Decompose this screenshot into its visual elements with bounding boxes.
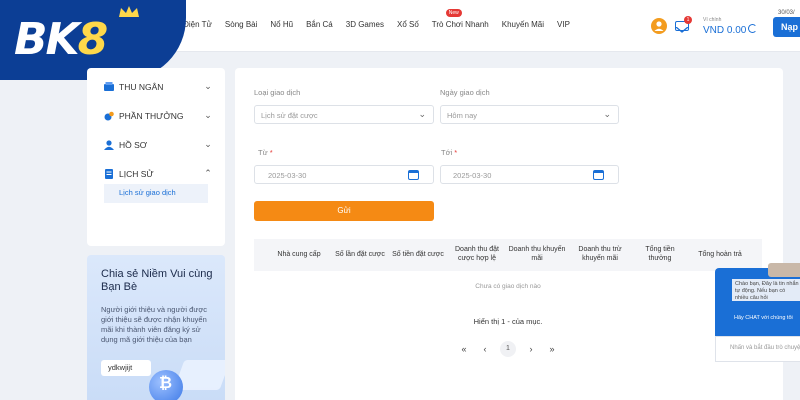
bitcoin-icon: ₿ bbox=[159, 375, 173, 392]
profile-icon bbox=[104, 139, 114, 150]
new-badge: New bbox=[445, 9, 462, 17]
sidebar-item-cashier[interactable]: THU NGÂN ⌄ bbox=[104, 81, 212, 92]
transaction-type-select[interactable]: Lịch sử đặt cược ⌄ bbox=[254, 105, 434, 124]
column-header: Doanh thu đặt cược hợp lệ bbox=[455, 246, 499, 262]
nav-item-vip[interactable]: VIP bbox=[557, 20, 570, 29]
to-date-value: 2025-03-30 bbox=[453, 171, 492, 180]
chevron-down-icon: ⌄ bbox=[204, 110, 212, 120]
sidebar-item-label: PHẦN THƯỞNG bbox=[119, 110, 184, 121]
gift-icon bbox=[104, 111, 114, 120]
from-date-value: 2025-03-30 bbox=[268, 171, 307, 180]
cashier-icon bbox=[104, 81, 114, 91]
chevron-down-icon: ⌄ bbox=[603, 109, 611, 119]
column-header: Nhà cung cấp bbox=[277, 251, 321, 258]
nav-item-quick-games-label: Trò Chơi Nhanh bbox=[431, 20, 489, 29]
nav-item-fishing[interactable]: Bắn Cá bbox=[306, 20, 333, 29]
table-header: Nhà cung cấp Số lần đặt cược Số tiền đặt… bbox=[254, 239, 762, 271]
nav-item-3d-games[interactable]: 3D Games bbox=[346, 20, 384, 29]
chevron-down-icon: ⌄ bbox=[418, 109, 426, 119]
column-header: Số lần đặt cược bbox=[335, 251, 385, 258]
column-header: Tổng tiền thưởng bbox=[645, 246, 675, 262]
chevron-down-icon: ⌄ bbox=[204, 81, 212, 91]
transaction-type-value: Lịch sử đặt cược bbox=[261, 111, 318, 120]
main-nav: ao Điện Tử Sòng Bài Nổ Hũ Bắn Cá 3D Game… bbox=[172, 9, 583, 29]
sidebar-item-label: HỒ SƠ bbox=[119, 139, 148, 150]
from-date-label: Từ * bbox=[258, 148, 273, 157]
next-page-icon[interactable]: › bbox=[525, 344, 537, 354]
first-page-icon[interactable]: « bbox=[458, 344, 470, 354]
wallet-label: Ví chính bbox=[703, 17, 722, 23]
column-header: Số tiền đặt cược bbox=[392, 251, 444, 258]
nav-item-promotions[interactable]: Khuyến Mãi bbox=[502, 20, 544, 29]
nav-item-casino[interactable]: Sòng Bài bbox=[225, 20, 257, 29]
user-avatar-icon[interactable] bbox=[651, 18, 667, 34]
submit-button[interactable]: Gửi bbox=[254, 201, 434, 221]
chat-message: Chào bạn, Đây là tin nhắn tự động. Nếu b… bbox=[732, 279, 800, 301]
from-date-input[interactable]: 2025-03-30 bbox=[254, 165, 434, 184]
transaction-date-label: Ngày giao dịch bbox=[440, 88, 490, 97]
mail-count-badge: 1 bbox=[684, 16, 692, 24]
account-sidebar bbox=[87, 68, 225, 246]
empty-table-message: Chưa có giao dịch nào bbox=[475, 283, 541, 290]
pagination-summary: Hiển thị 1 - của mục. bbox=[473, 317, 543, 326]
header-date: 30/03/ bbox=[778, 10, 795, 16]
nav-item-slots[interactable]: Nổ Hũ bbox=[270, 20, 293, 29]
column-header: Doanh thu khuyến mãi bbox=[508, 246, 566, 262]
column-header: Doanh thu trừ khuyến mãi bbox=[578, 246, 622, 262]
sidebar-item-profile[interactable]: HỒ SƠ ⌄ bbox=[104, 139, 212, 150]
referral-title: Chia sẻ Niềm Vui cùng Bạn Bè bbox=[101, 268, 213, 293]
current-page[interactable]: 1 bbox=[500, 341, 516, 357]
sidebar-item-label: LỊCH SỬ bbox=[119, 168, 154, 179]
crown-icon bbox=[119, 6, 139, 17]
logo-text: BK8 bbox=[14, 14, 108, 65]
deposit-button[interactable]: Nạp t bbox=[773, 17, 800, 37]
chevron-up-icon: ⌃ bbox=[204, 168, 212, 178]
history-document-icon bbox=[105, 168, 113, 179]
chat-input[interactable]: Nhấn và bắt đầu trò chuyện bbox=[715, 336, 800, 362]
last-page-icon[interactable]: » bbox=[546, 344, 558, 354]
transaction-date-value: Hôm nay bbox=[447, 111, 478, 120]
calendar-icon[interactable] bbox=[408, 170, 419, 180]
sidebar-item-label: THU NGÂN bbox=[119, 81, 164, 92]
referral-description: Người giới thiệu và người được giới thiệ… bbox=[101, 305, 208, 344]
to-date-label: Tới * bbox=[441, 148, 458, 157]
refresh-icon[interactable] bbox=[748, 24, 757, 33]
prev-page-icon[interactable]: ‹ bbox=[479, 344, 491, 354]
sidebar-item-rewards[interactable]: PHẦN THƯỞNG ⌄ bbox=[104, 110, 212, 121]
calendar-icon[interactable] bbox=[593, 170, 604, 180]
chat-agent-avatar bbox=[768, 263, 800, 277]
referral-code[interactable]: ydkwjijt bbox=[101, 360, 151, 376]
to-date-input[interactable]: 2025-03-30 bbox=[440, 165, 619, 184]
column-header: Tổng hoàn trả bbox=[698, 251, 742, 258]
transaction-type-label: Loại giao dịch bbox=[254, 88, 301, 97]
transaction-date-select[interactable]: Hôm nay ⌄ bbox=[440, 105, 619, 124]
chevron-down-icon: ⌄ bbox=[204, 139, 212, 149]
balance-value: VND 0.00 bbox=[703, 25, 747, 36]
chat-cta[interactable]: Hãy CHAT với chúng tôi bbox=[734, 315, 793, 321]
sidebar-item-history[interactable]: LỊCH SỬ ⌃ bbox=[104, 168, 212, 179]
nav-item-lottery[interactable]: Xổ Số bbox=[397, 20, 419, 29]
referral-card: Chia sẻ Niềm Vui cùng Bạn Bè Người giới … bbox=[87, 255, 225, 400]
nav-item-quick-games[interactable]: Trò Chơi Nhanh New bbox=[431, 9, 489, 29]
sidebar-subitem-transaction-history[interactable]: Lịch sử giao dịch bbox=[104, 184, 208, 203]
